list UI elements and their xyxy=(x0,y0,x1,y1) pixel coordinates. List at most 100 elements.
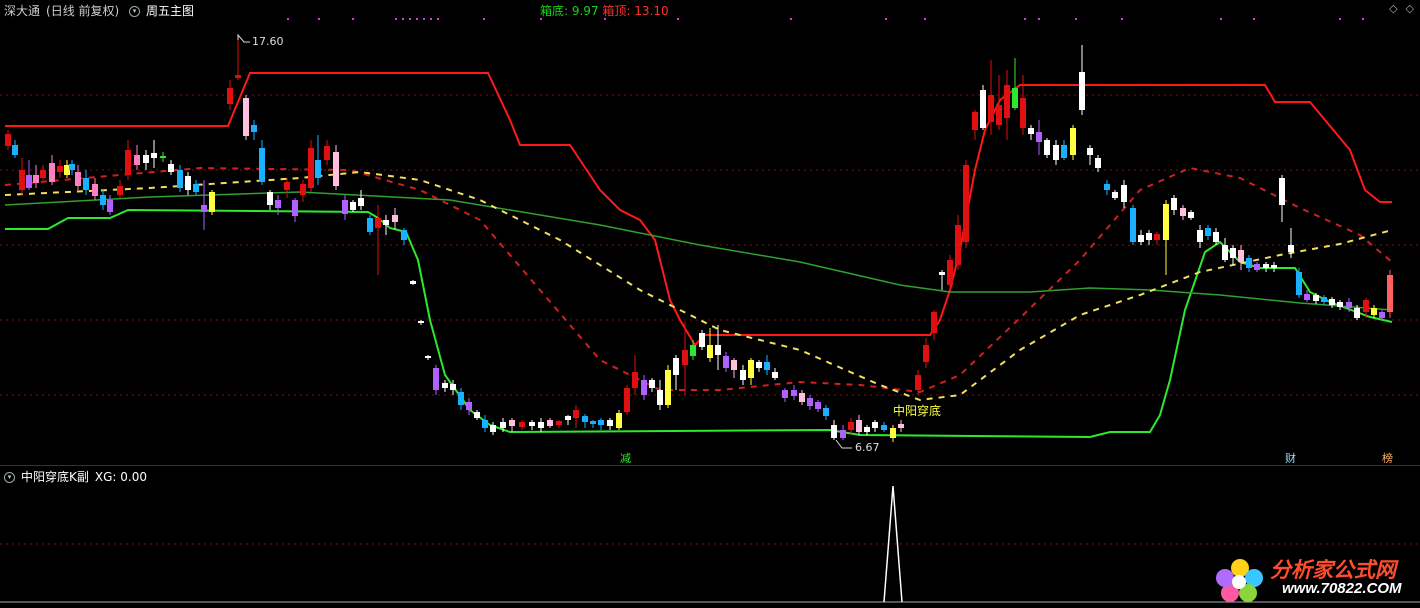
expand-icon[interactable]: ◇ xyxy=(1389,2,1397,15)
sub-indicator-title[interactable]: 中阳穿底K副 xyxy=(21,470,89,484)
candle-body xyxy=(292,200,298,216)
candle-body xyxy=(26,175,32,188)
candle-body xyxy=(799,393,805,402)
candle-body xyxy=(117,186,123,195)
candle-body xyxy=(1004,85,1010,118)
candle-body xyxy=(556,421,562,425)
flower-logo-icon xyxy=(1216,559,1263,602)
main-indicator-title[interactable]: 周五主图 xyxy=(146,4,194,18)
candle-body xyxy=(547,420,553,426)
candle-body xyxy=(134,155,140,165)
candle-body xyxy=(185,176,191,190)
candle-body xyxy=(955,225,961,265)
candle-body xyxy=(193,184,199,192)
candle-body xyxy=(418,321,424,323)
candle-body xyxy=(598,420,604,425)
candle-body xyxy=(972,112,978,130)
candle-body xyxy=(823,408,829,416)
signal-dot xyxy=(416,18,418,20)
candle-body xyxy=(699,333,705,347)
candle-body xyxy=(1028,128,1034,134)
candle-body xyxy=(864,427,870,432)
candle-body xyxy=(1346,302,1352,308)
candle-body xyxy=(177,170,183,188)
candle-body xyxy=(151,153,157,158)
candle-body xyxy=(1070,128,1076,155)
candle-body xyxy=(392,215,398,222)
main-chart-canvas[interactable]: 17.60 6.67 中阳穿底减 财 榜 xyxy=(0,0,1420,463)
candle-body xyxy=(308,148,314,188)
candle-body xyxy=(410,281,416,284)
candle-body xyxy=(1079,72,1085,110)
candle-body xyxy=(5,134,11,146)
candle-body xyxy=(1020,98,1026,128)
candle-body xyxy=(782,390,788,398)
candle-body xyxy=(107,200,113,212)
candle-body xyxy=(466,402,472,410)
candle-body xyxy=(284,182,290,190)
candle-body xyxy=(898,424,904,428)
candle-body xyxy=(529,422,535,426)
candle-body xyxy=(1112,192,1118,198)
candle-body xyxy=(996,105,1002,125)
candle-body xyxy=(1304,294,1310,300)
candle-body xyxy=(872,422,878,428)
low-marker-arrow xyxy=(835,439,852,449)
candle-body xyxy=(275,200,281,208)
candle-body xyxy=(57,166,63,172)
candle-body xyxy=(1061,145,1067,158)
candle-body xyxy=(1188,212,1194,218)
candle-body xyxy=(1321,297,1327,302)
box-top-value: 箱顶: 13.10 xyxy=(602,4,669,18)
stock-name: 深大通 xyxy=(4,4,41,18)
candle-body xyxy=(209,192,215,212)
main-chart-pane[interactable]: 17.60 6.67 中阳穿底减 财 榜 深大通 (日线 前复权) ▾ 周五主图 箱底: 9… xyxy=(0,0,1420,463)
sub-chart-pane[interactable]: ▾ 中阳穿底K副 XG: 0.00 分析家公式网 www.70822.COM xyxy=(0,465,1420,608)
candle-body xyxy=(772,372,778,378)
candle-body xyxy=(1205,228,1211,236)
candle-body xyxy=(1180,208,1186,216)
candle-body xyxy=(442,383,448,388)
signal-dot xyxy=(318,18,320,20)
candle-body xyxy=(33,175,39,183)
candle-body xyxy=(49,163,55,182)
sub-chart-header: ▾ 中阳穿底K副 XG: 0.00 xyxy=(4,468,153,485)
box-readout: 箱底: 9.97 箱顶: 13.10 xyxy=(540,2,669,19)
candle-body xyxy=(748,360,754,378)
candle-body xyxy=(69,164,75,170)
candle-body xyxy=(251,125,257,132)
candle-body xyxy=(243,98,249,136)
candle-body xyxy=(616,413,622,428)
signal-dot xyxy=(437,18,439,20)
candle-body xyxy=(1104,184,1110,190)
candle-body xyxy=(1313,295,1319,301)
candle-body xyxy=(607,420,613,426)
candle-body xyxy=(538,422,544,428)
sub-chart-canvas[interactable] xyxy=(0,466,1420,608)
candle-body xyxy=(565,416,571,420)
candle-body xyxy=(856,420,862,432)
candle-body xyxy=(100,195,106,205)
candle-body xyxy=(201,205,207,212)
candle-body xyxy=(1354,308,1360,318)
xg-spike xyxy=(883,485,903,603)
candle-body xyxy=(490,425,496,432)
candle-body xyxy=(715,345,721,355)
candle-body xyxy=(160,156,166,158)
watermark-url: www.70822.COM xyxy=(1282,580,1402,597)
period-label: (日线 前复权) xyxy=(46,4,120,18)
diamond-icon[interactable]: ◇ xyxy=(1406,2,1414,15)
signal-dot xyxy=(1339,18,1341,20)
candle-body xyxy=(947,260,953,285)
signal-finance-label: 财 xyxy=(1285,451,1296,463)
candle-body xyxy=(83,178,89,190)
candle-body xyxy=(624,388,630,412)
candle-body xyxy=(1337,302,1343,307)
chevron-down-icon[interactable]: ▾ xyxy=(4,472,15,483)
candle-body xyxy=(375,218,381,228)
candle-body xyxy=(1379,312,1385,318)
candle-body xyxy=(143,155,149,163)
candle-body xyxy=(12,145,18,155)
candle-body xyxy=(259,148,265,182)
chevron-down-icon[interactable]: ▾ xyxy=(129,6,141,17)
